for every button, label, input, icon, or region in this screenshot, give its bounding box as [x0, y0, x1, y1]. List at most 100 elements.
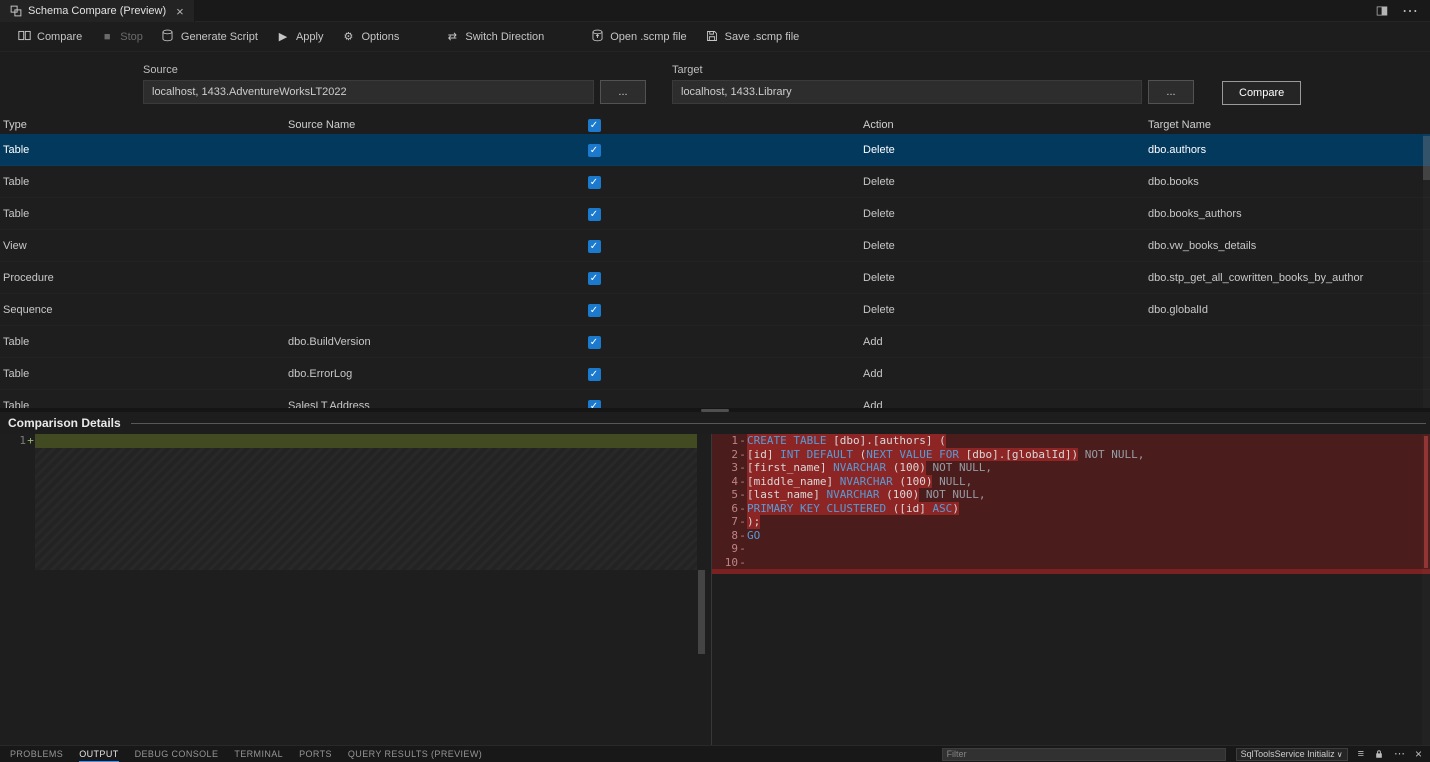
target-group: Target ...: [672, 64, 1194, 116]
row-type: Sequence: [0, 304, 285, 316]
compare-icon: [17, 29, 31, 45]
row-type: Table: [0, 144, 285, 156]
output-filter-input[interactable]: [942, 748, 1226, 761]
column-include-all[interactable]: ✓: [574, 119, 614, 132]
row-include-cell[interactable]: ✓: [574, 240, 614, 253]
panel-tab-output[interactable]: OUTPUT: [79, 746, 118, 762]
column-type[interactable]: Type: [0, 119, 285, 131]
source-browse-button[interactable]: ...: [600, 80, 646, 104]
row-include-cell[interactable]: ✓: [574, 368, 614, 381]
tab-schema-compare[interactable]: Schema Compare (Preview) ×: [0, 0, 195, 22]
schema-compare-toolbar: Compare ■Stop Generate Script ▶Apply ⚙Op…: [0, 22, 1430, 52]
target-input[interactable]: [672, 80, 1142, 104]
panel-tab-problems[interactable]: PROBLEMS: [10, 746, 63, 762]
panel-tab-ports[interactable]: PORTS: [299, 746, 332, 762]
panel-tab-terminal[interactable]: TERMINAL: [234, 746, 283, 762]
row-include-cell[interactable]: ✓: [574, 176, 614, 189]
save-scmp-button[interactable]: Save .scmp file: [696, 26, 809, 49]
row-checkbox[interactable]: ✓: [588, 240, 601, 253]
panel-more-actions-icon[interactable]: ⋯: [1394, 749, 1405, 760]
panel-tabs-host: PROBLEMS OUTPUT DEBUG CONSOLE TERMINAL PORTS…: [10, 746, 482, 762]
code-line: 2-[id] INT DEFAULT (NEXT VALUE FOR [dbo]…: [712, 448, 1430, 462]
apply-button[interactable]: ▶Apply: [267, 27, 333, 47]
grid-scrollbar-thumb[interactable]: [1423, 136, 1430, 180]
table-row[interactable]: Table✓Deletedbo.authors: [0, 134, 1430, 166]
comparison-details-title: Comparison Details: [8, 416, 121, 430]
table-row[interactable]: Table✓Deletedbo.books: [0, 166, 1430, 198]
row-action: Add: [860, 336, 1145, 348]
split-editor-icon[interactable]: [1376, 5, 1388, 17]
row-include-cell[interactable]: ✓: [574, 400, 614, 409]
row-include-cell[interactable]: ✓: [574, 208, 614, 221]
schema-compare-icon: [10, 5, 22, 17]
table-row[interactable]: Tabledbo.BuildVersion✓Add: [0, 326, 1430, 358]
overview-ruler-delete-marks: [1424, 436, 1428, 568]
row-include-cell[interactable]: ✓: [574, 336, 614, 349]
row-include-cell[interactable]: ✓: [574, 272, 614, 285]
tab-title: Schema Compare (Preview): [28, 5, 166, 17]
row-source-name: dbo.BuildVersion: [285, 336, 574, 348]
table-row[interactable]: Procedure✓Deletedbo.stp_get_all_cowritte…: [0, 262, 1430, 294]
source-input[interactable]: [143, 80, 594, 104]
code-line: 6-PRIMARY KEY CLUSTERED ([id] ASC): [712, 502, 1430, 516]
lock-scroll-icon[interactable]: [1374, 749, 1384, 759]
column-target-name[interactable]: Target Name: [1145, 119, 1430, 131]
header-checkbox[interactable]: ✓: [588, 119, 601, 132]
column-action[interactable]: Action: [860, 119, 1145, 131]
output-channel-select[interactable]: SqlToolsService Initializ ∨: [1236, 748, 1348, 761]
row-checkbox[interactable]: ✓: [588, 400, 601, 409]
connection-row: Source ... Target ... Compare: [0, 52, 1430, 116]
row-target-name: dbo.globalId: [1145, 304, 1430, 316]
column-source-name[interactable]: Source Name: [285, 119, 574, 131]
row-include-cell[interactable]: ✓: [574, 144, 614, 157]
row-action: Add: [860, 368, 1145, 380]
left-scrollbar-thumb[interactable]: [698, 570, 705, 654]
row-checkbox[interactable]: ✓: [588, 304, 601, 317]
diff-left-lines: 1+: [0, 434, 711, 448]
options-button[interactable]: ⚙Options: [332, 27, 408, 47]
compare-run-button[interactable]: Compare: [1222, 81, 1301, 105]
table-row[interactable]: Sequence✓Deletedbo.globalId: [0, 294, 1430, 326]
row-checkbox[interactable]: ✓: [588, 144, 601, 157]
panel-tab-debug-console[interactable]: DEBUG CONSOLE: [135, 746, 219, 762]
table-row[interactable]: View✓Deletedbo.vw_books_details: [0, 230, 1430, 262]
open-scmp-button[interactable]: Open .scmp file: [581, 25, 695, 49]
row-checkbox[interactable]: ✓: [588, 208, 601, 221]
target-browse-button[interactable]: ...: [1148, 80, 1194, 104]
target-label: Target: [672, 64, 1194, 76]
code-line: 1-CREATE TABLE [dbo].[authors] (: [712, 434, 1430, 448]
play-icon: ▶: [276, 32, 290, 43]
diff-right-pane[interactable]: 1-CREATE TABLE [dbo].[authors] (2-[id] I…: [712, 434, 1430, 745]
more-actions-icon[interactable]: ⋯: [1402, 1, 1418, 21]
row-checkbox[interactable]: ✓: [588, 176, 601, 189]
code-line: 7-);: [712, 515, 1430, 529]
code-line: 3-[first_name] NVARCHAR (100) NOT NULL,: [712, 461, 1430, 475]
database-script-icon: [161, 29, 175, 45]
tab-close-icon[interactable]: ×: [176, 4, 184, 19]
database-open-icon: [590, 29, 604, 45]
table-row[interactable]: TableSalesLT.Address✓Add: [0, 390, 1430, 408]
diff-left-pane[interactable]: 1+: [0, 434, 712, 745]
row-checkbox[interactable]: ✓: [588, 272, 601, 285]
row-checkbox[interactable]: ✓: [588, 368, 601, 381]
table-row[interactable]: Tabledbo.ErrorLog✓Add: [0, 358, 1430, 390]
row-action: Delete: [860, 272, 1145, 284]
right-scrollbar[interactable]: [1422, 434, 1430, 745]
row-source-name: SalesLT.Address: [285, 400, 574, 408]
editor-tab-bar: Schema Compare (Preview) × ⋯: [0, 0, 1430, 22]
row-target-name: dbo.stp_get_all_cowritten_books_by_autho…: [1145, 272, 1430, 284]
clear-output-icon[interactable]: ≡: [1358, 749, 1364, 760]
grid-scrollbar[interactable]: [1423, 134, 1430, 408]
row-checkbox[interactable]: ✓: [588, 336, 601, 349]
grid-header: Type Source Name ✓ Action Target Name: [0, 116, 1430, 134]
close-panel-icon[interactable]: ×: [1415, 749, 1422, 760]
stop-button[interactable]: ■Stop: [91, 27, 152, 47]
compare-toolbar-button[interactable]: Compare: [8, 25, 91, 49]
generate-script-button[interactable]: Generate Script: [152, 25, 267, 49]
panel-tab-query-results-preview-[interactable]: QUERY RESULTS (PREVIEW): [348, 746, 482, 762]
diff-right-lines: 1-CREATE TABLE [dbo].[authors] (2-[id] I…: [712, 434, 1430, 569]
table-row[interactable]: Table✓Deletedbo.books_authors: [0, 198, 1430, 230]
row-include-cell[interactable]: ✓: [574, 304, 614, 317]
switch-direction-button[interactable]: ⇄Switch Direction: [436, 27, 553, 47]
row-action: Delete: [860, 240, 1145, 252]
